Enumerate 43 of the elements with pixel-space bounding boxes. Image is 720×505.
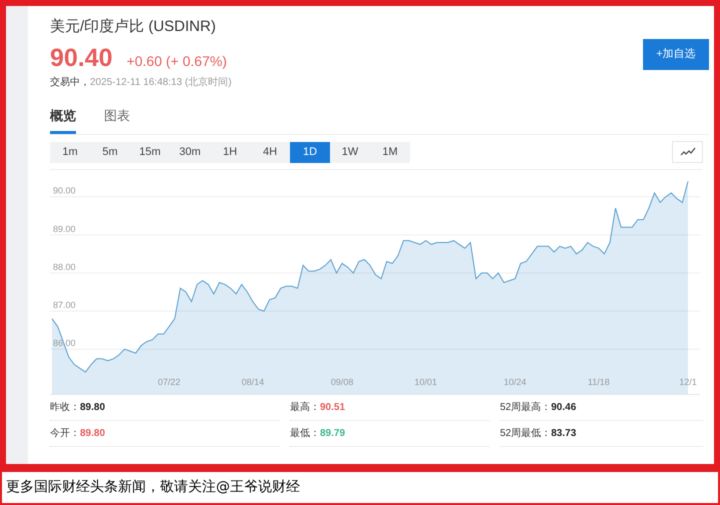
period-button[interactable]: 1m bbox=[50, 142, 90, 162]
stat-value: 90.51 bbox=[320, 401, 346, 415]
tab[interactable]: 图表 bbox=[104, 106, 130, 134]
add-watchlist-button[interactable]: +加自选 bbox=[643, 39, 709, 70]
x-axis-label: 12/1 bbox=[679, 377, 697, 387]
stat-label: 52周最高： bbox=[500, 400, 552, 415]
x-axis-label: 08/14 bbox=[242, 377, 264, 387]
period-button[interactable]: 1D bbox=[290, 142, 330, 162]
y-axis-label: 89.00 bbox=[53, 224, 76, 234]
timestamp: 2025-12-11 16:48:13 (北京时间) bbox=[90, 76, 232, 90]
stat-value: 90.46 bbox=[551, 401, 576, 415]
stat-value: 89.80 bbox=[80, 401, 106, 415]
y-axis-label: 88.00 bbox=[53, 262, 76, 272]
x-axis-label: 10/24 bbox=[504, 377, 526, 387]
y-axis-label: 87.00 bbox=[53, 300, 76, 310]
tab[interactable]: 概览 bbox=[50, 106, 76, 134]
period-button[interactable]: 1M bbox=[370, 142, 410, 162]
stat-value: 89.79 bbox=[320, 427, 346, 441]
period-button[interactable]: 1H bbox=[210, 142, 250, 162]
instrument-title: 美元/印度卢比 (USDINR) bbox=[50, 17, 217, 37]
line-chart-toggle-button[interactable] bbox=[672, 141, 703, 163]
x-axis-label: 07/22 bbox=[158, 377, 180, 387]
stat-label: 最高： bbox=[290, 400, 320, 415]
stat-value: 83.73 bbox=[551, 427, 576, 441]
trading-status: 交易中， bbox=[50, 76, 90, 90]
period-button[interactable]: 15m bbox=[130, 142, 170, 162]
stat-label: 今开： bbox=[50, 427, 80, 441]
price-change: +0.60 (+ 0.67%) bbox=[126, 52, 227, 71]
period-button[interactable]: 1W bbox=[330, 142, 370, 162]
line-chart-icon bbox=[680, 147, 696, 157]
stat-label: 昨收： bbox=[50, 401, 80, 415]
stat-label: 最低： bbox=[290, 427, 320, 441]
price: 90.40 bbox=[50, 42, 113, 72]
x-axis-label: 10/01 bbox=[414, 377, 438, 387]
caption: 更多国际财经头条新闻，敬请关注@王爷说财经 bbox=[6, 478, 300, 497]
period-button[interactable]: 5m bbox=[90, 142, 130, 162]
period-button[interactable]: 4H bbox=[250, 142, 290, 162]
stat-label: 52周最低： bbox=[500, 427, 552, 441]
stat-value: 89.80 bbox=[80, 427, 106, 441]
x-axis-label: 09/08 bbox=[330, 377, 354, 387]
x-axis-label: 11/18 bbox=[588, 377, 610, 387]
period-button[interactable]: 30m bbox=[170, 142, 210, 162]
y-axis-label: 90.00 bbox=[53, 186, 76, 196]
